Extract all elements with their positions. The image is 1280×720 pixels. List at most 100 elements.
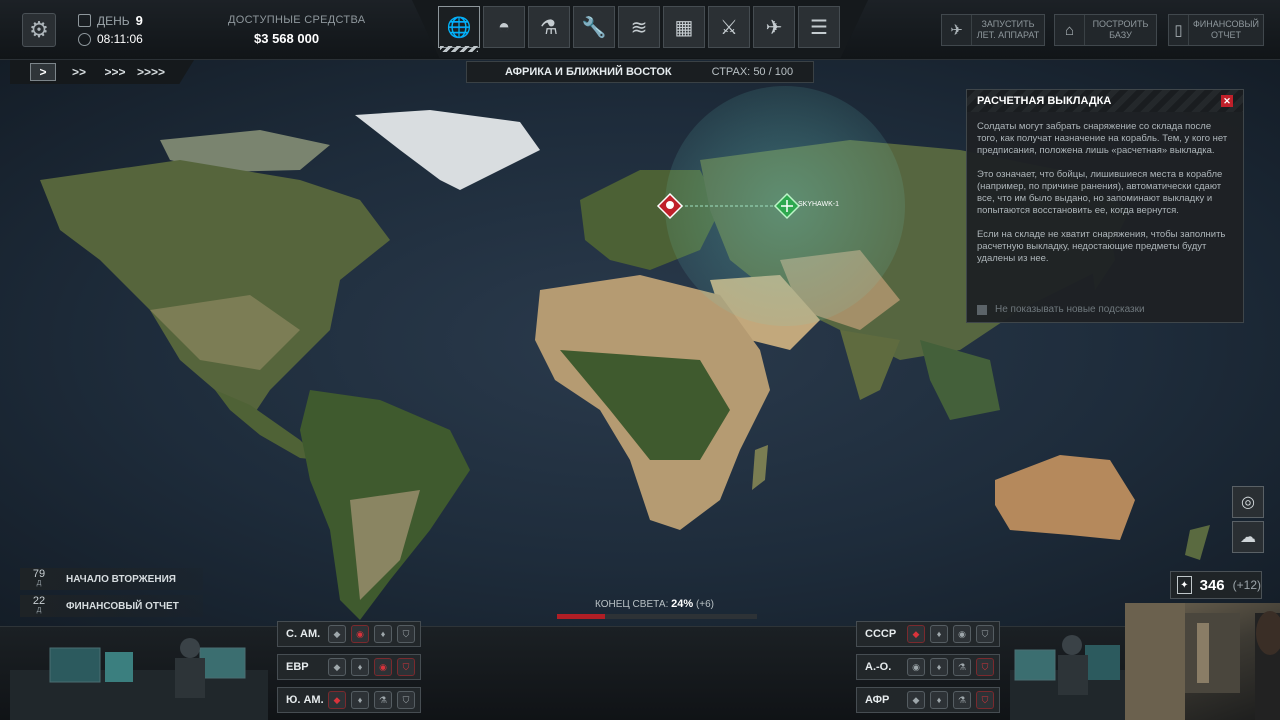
doom-value: 24% bbox=[671, 598, 694, 610]
speed-3-button[interactable]: >>> bbox=[102, 63, 128, 81]
region-row-north-america[interactable]: С. АМ. ◆ ◉ ♦ ⛉ bbox=[277, 621, 421, 647]
shield-icon: ♦ bbox=[930, 658, 948, 676]
greenland bbox=[355, 110, 540, 190]
active-tab-indicator bbox=[440, 46, 478, 52]
money-satellite-icon: ◎ bbox=[1241, 494, 1255, 511]
tip-title: РАСЧЕТНАЯ ВЫКЛАДКА bbox=[977, 95, 1112, 107]
server-rack-icon: ☰ bbox=[810, 16, 828, 39]
scientists-delta: (+12) bbox=[1232, 578, 1261, 592]
nav-research-button[interactable]: ⚗ bbox=[528, 6, 570, 48]
nav-engineering-button[interactable]: 🔧 bbox=[573, 6, 615, 48]
speed-2-button[interactable]: >> bbox=[66, 63, 92, 81]
event-item[interactable]: 22 Д ФИНАНСОВЫЙ ОТЧЕТ bbox=[20, 595, 203, 617]
satellite-icon: ◆ bbox=[907, 625, 925, 643]
nav-geoscape-button[interactable]: 🌐 bbox=[438, 6, 480, 48]
funds-value: $3 568 000 bbox=[254, 31, 320, 46]
tip-paragraph-2: Это означает, что бойцы, лишившиеся мест… bbox=[977, 169, 1223, 216]
launch-aircraft-label: ЗАПУСТИТЬ ЛЕТ. АППАРАТ bbox=[976, 19, 1040, 40]
event-days-unit: Д bbox=[36, 607, 42, 614]
speed-1-button[interactable]: > bbox=[30, 63, 56, 81]
doom-progress-fill bbox=[557, 614, 605, 619]
badge-icon: ✦ bbox=[1177, 576, 1192, 594]
panic-icon: ⛉ bbox=[397, 625, 415, 643]
india bbox=[840, 330, 900, 400]
wrench-icon: 🔧 bbox=[581, 16, 607, 39]
doom-label: КОНЕЦ СВЕТА: bbox=[595, 599, 669, 610]
scientists-counter: ✦ 346 (+12) bbox=[1170, 571, 1262, 599]
tip-paragraph-3: Если на складе не хватит снаряжения, что… bbox=[977, 229, 1226, 264]
day-label: ДЕНЬ bbox=[97, 13, 130, 28]
fear-label: СТРАХ: bbox=[711, 66, 751, 78]
satellite-icon: ◆ bbox=[328, 691, 346, 709]
nav-base-button[interactable]: ◓ bbox=[483, 6, 525, 48]
webcam-overlay bbox=[1125, 603, 1280, 720]
jet-icon: ✈ bbox=[765, 16, 783, 39]
shield-icon: ♦ bbox=[930, 691, 948, 709]
satellite-icon: ◆ bbox=[328, 658, 346, 676]
shield-icon: ♦ bbox=[351, 658, 369, 676]
speed-4-button[interactable]: >>>> bbox=[137, 63, 165, 81]
webcam-image bbox=[1125, 603, 1280, 720]
build-base-button[interactable]: ⌂ ПОСТРОИТЬ БАЗУ bbox=[1054, 14, 1157, 46]
satellite-icon: ◆ bbox=[328, 625, 346, 643]
hide-tips-checkbox[interactable]: Не показывать новые подсказки bbox=[977, 304, 1145, 315]
shield-icon: ♦ bbox=[930, 625, 948, 643]
doom-counter: КОНЕЦ СВЕТА: 24% (+6) bbox=[595, 598, 714, 610]
region-row-south-america[interactable]: Ю. АМ. ◆ ♦ ⚗ ⛉ bbox=[277, 687, 421, 713]
panic-icon: ⛉ bbox=[397, 691, 415, 709]
alien-eye-icon: ◉ bbox=[351, 625, 369, 643]
base-dome-icon: ◓ bbox=[497, 15, 511, 38]
tip-header: РАСЧЕТНАЯ ВЫКЛАДКА ✕ bbox=[967, 90, 1243, 112]
panic-button[interactable]: ☁ bbox=[1232, 521, 1264, 553]
finance-report-button[interactable]: ▯ ФИНАНСОВЫЙ ОТЧЕТ bbox=[1168, 14, 1264, 46]
nav-hangar-button[interactable]: ✈ bbox=[753, 6, 795, 48]
calendar-icon bbox=[78, 14, 91, 27]
day-counter: ДЕНЬ 9 bbox=[78, 13, 143, 28]
build-base-icon: ⌂ bbox=[1055, 15, 1085, 45]
region-row-europe[interactable]: ЕВР ◆ ♦ ◉ ⛉ bbox=[277, 654, 421, 680]
nav-facilities-button[interactable]: ▦ bbox=[663, 6, 705, 48]
panic-icon: ⛉ bbox=[976, 625, 994, 643]
event-days: 79 Д bbox=[20, 569, 58, 588]
hide-tips-label: Не показывать новые подсказки bbox=[995, 304, 1145, 315]
fear-value: 50 / 100 bbox=[753, 66, 794, 78]
build-base-label: ПОСТРОИТЬ БАЗУ bbox=[1092, 19, 1149, 40]
research-icon: ⚗ bbox=[953, 658, 971, 676]
event-item[interactable]: 79 Д НАЧАЛО ВТОРЖЕНИЯ bbox=[20, 568, 203, 590]
time-speed-controls: > >> >>> >>>> bbox=[10, 60, 194, 84]
tip-body: Солдаты могут забрать снаряжение со скла… bbox=[967, 112, 1243, 265]
region-name: АФР bbox=[865, 694, 890, 706]
clock-icon bbox=[78, 32, 91, 46]
event-label: ФИНАНСОВЫЙ ОТЧЕТ bbox=[66, 600, 179, 612]
rifle-icon: ⚔ bbox=[720, 16, 738, 39]
nav-situation-room-button[interactable]: ☰ bbox=[798, 6, 840, 48]
research-icon: ⚗ bbox=[953, 691, 971, 709]
close-icon[interactable]: ✕ bbox=[1221, 95, 1233, 107]
region-row-asia-oceania[interactable]: А.-О. ◉ ♦ ⚗ ⛉ bbox=[856, 654, 1000, 680]
event-label: НАЧАЛО ВТОРЖЕНИЯ bbox=[66, 573, 176, 585]
event-days-unit: Д bbox=[36, 580, 42, 587]
launch-aircraft-button[interactable]: ✈ ЗАПУСТИТЬ ЛЕТ. АППАРАТ bbox=[941, 14, 1045, 46]
settings-button[interactable]: ⚙ bbox=[22, 13, 56, 47]
nav-armory-button[interactable]: ⚔ bbox=[708, 6, 750, 48]
shield-icon: ♦ bbox=[351, 691, 369, 709]
globe-icon: 🌐 bbox=[446, 16, 472, 39]
day-value: 9 bbox=[135, 13, 143, 28]
alien-eye-icon: ◉ bbox=[953, 625, 971, 643]
madagascar bbox=[752, 445, 768, 490]
region-name: АФРИКА И БЛИЖНИЙ ВОСТОК bbox=[505, 66, 672, 78]
nav-barracks-button[interactable]: ≋ bbox=[618, 6, 660, 48]
alien-eye-icon: ◉ bbox=[374, 658, 392, 676]
doom-delta: (+6) bbox=[695, 599, 715, 610]
region-row-africa[interactable]: АФР ◆ ♦ ⚗ ⛉ bbox=[856, 687, 1000, 713]
region-row-ussr[interactable]: СССР ◆ ♦ ◉ ⛉ bbox=[856, 621, 1000, 647]
region-name: А.-О. bbox=[865, 661, 892, 673]
panic-icon: ⛉ bbox=[976, 691, 994, 709]
finance-report-label: ФИНАНСОВЫЙ ОТЧЕТ bbox=[1192, 19, 1259, 40]
region-name: СССР bbox=[865, 628, 897, 640]
alien-eye-icon: ◉ bbox=[907, 658, 925, 676]
council-button[interactable]: ◎ bbox=[1232, 486, 1264, 518]
plane-launch-icon: ✈ bbox=[942, 15, 972, 45]
fear-meter: СТРАХ: 50 / 100 bbox=[712, 66, 793, 78]
rank-chevrons-icon: ≋ bbox=[630, 16, 648, 39]
